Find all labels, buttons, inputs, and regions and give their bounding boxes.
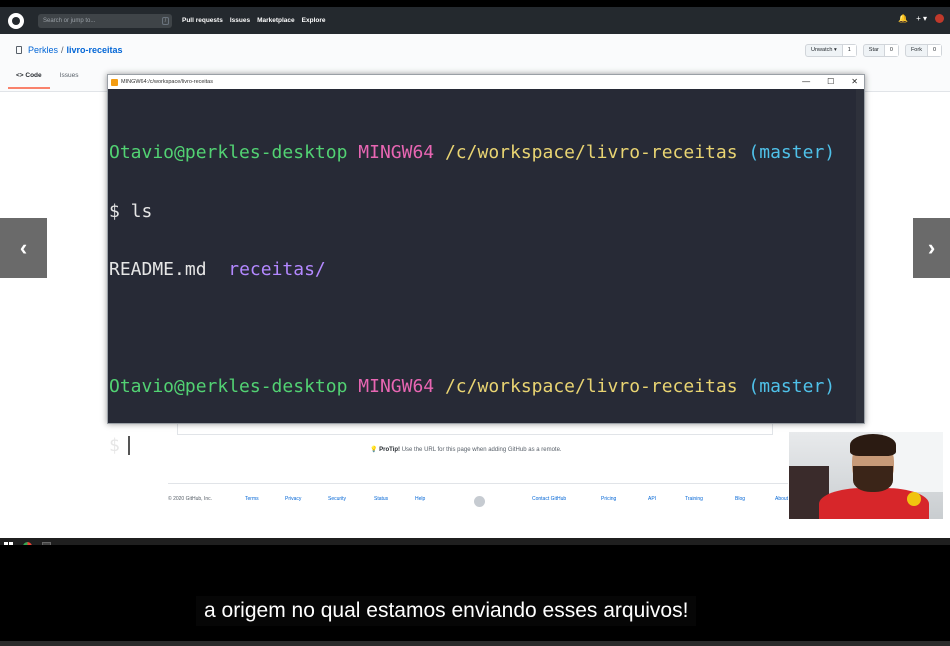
prompt-env: MINGW64 — [358, 376, 435, 397]
text-cursor — [127, 436, 130, 455]
minimize-button[interactable]: — — [802, 75, 810, 89]
tab-issues[interactable]: Issues — [60, 72, 79, 89]
repo-icon — [16, 46, 22, 54]
search-input[interactable]: Search or jump to... / — [38, 13, 172, 28]
repo-title: Perkles / livro-receitas — [16, 45, 123, 55]
search-shortcut-hint: / — [162, 16, 169, 25]
webcam-overlay — [789, 432, 943, 519]
footer-link-help[interactable]: Help — [415, 496, 425, 502]
video-frame: Search or jump to... / Pull requests Iss… — [0, 0, 950, 646]
ls-directory: receitas/ — [228, 259, 326, 280]
footer-link-status[interactable]: Status — [374, 496, 388, 502]
video-subtitle: a origem no qual estamos enviando esses … — [196, 596, 697, 626]
next-slide-button[interactable]: › — [913, 218, 950, 278]
fork-label: Fork — [910, 47, 922, 53]
avatar[interactable] — [935, 14, 944, 23]
github-footer: © 2020 GitHub, Inc. Terms Privacy Securi… — [168, 496, 808, 508]
footer-link-contact[interactable]: Contact GitHub — [532, 496, 566, 502]
terminal-window[interactable]: MINGW64:/c/workspace/livro-receitas — ☐ … — [107, 74, 865, 455]
header-right-controls: 🔔 + ▾ — [898, 14, 944, 23]
windows-start-icon[interactable] — [4, 541, 13, 545]
terminal-output[interactable]: Otavio@perkles-desktop MINGW64 /c/worksp… — [109, 91, 856, 455]
prompt-path: /c/workspace/livro-receitas — [444, 376, 738, 397]
terminal-scrollbar[interactable] — [856, 89, 864, 423]
desktop-screen: Search or jump to... / Pull requests Iss… — [0, 7, 950, 545]
prompt-env: MINGW64 — [358, 142, 435, 163]
footer-copyright: © 2020 GitHub, Inc. — [168, 496, 212, 502]
prompt-path: /c/workspace/livro-receitas — [444, 142, 738, 163]
footer-link-security[interactable]: Security — [328, 496, 346, 502]
ls-output: README.md receitas/ — [109, 260, 856, 280]
prompt-user: Otavio@perkles-desktop — [109, 142, 348, 163]
ls-file: README.md — [109, 259, 207, 280]
footer-link-terms[interactable]: Terms — [245, 496, 259, 502]
webcam-presenter-hair — [850, 434, 896, 456]
prompt-branch: (master) — [748, 376, 836, 397]
command-line: $ ls — [109, 200, 153, 222]
previous-slide-button[interactable]: ‹ — [0, 218, 47, 278]
repo-owner-link[interactable]: Perkles — [28, 45, 58, 55]
prompt-line: Otavio@perkles-desktop MINGW64 /c/worksp… — [109, 377, 856, 397]
prompt-branch: (master) — [748, 142, 836, 163]
watch-count[interactable]: 1 — [841, 45, 856, 56]
fork-count[interactable]: 0 — [926, 45, 941, 56]
search-placeholder: Search or jump to... — [43, 17, 96, 24]
nav-issues[interactable]: Issues — [230, 17, 250, 24]
watch-label: Unwatch ▾ — [811, 47, 837, 53]
git-bash-taskbar-icon[interactable] — [42, 541, 51, 545]
footer-link-pricing[interactable]: Pricing — [601, 496, 616, 502]
windows-taskbar — [0, 538, 950, 545]
chrome-icon[interactable] — [23, 541, 32, 545]
nav-explore[interactable]: Explore — [302, 17, 326, 24]
window-controls: — ☐ ✕ — [802, 75, 858, 89]
github-mark-icon[interactable] — [474, 496, 485, 507]
fork-button[interactable]: Fork 0 — [904, 44, 942, 57]
input-line[interactable]: $ — [109, 434, 856, 456]
maximize-button[interactable]: ☐ — [827, 75, 834, 89]
close-button[interactable]: ✕ — [851, 75, 858, 89]
notifications-icon[interactable]: 🔔 — [898, 14, 908, 23]
nav-marketplace[interactable]: Marketplace — [257, 17, 295, 24]
prompt-user: Otavio@perkles-desktop — [109, 376, 348, 397]
star-button[interactable]: Star 0 — [862, 44, 899, 57]
repo-actions: Unwatch ▾ 1 Star 0 Fork 0 — [805, 44, 942, 57]
star-label: Star — [868, 47, 879, 53]
nav-pull-requests[interactable]: Pull requests — [182, 17, 223, 24]
repo-name-link[interactable]: livro-receitas — [67, 45, 123, 55]
prompt-symbol: $ — [109, 434, 120, 456]
star-count[interactable]: 0 — [883, 45, 898, 56]
tab-code[interactable]: <> Code — [8, 72, 50, 89]
repo-tabs: <> Code Issues — [8, 72, 79, 89]
footer-link-training[interactable]: Training — [685, 496, 703, 502]
github-header: Search or jump to... / Pull requests Iss… — [0, 7, 950, 34]
footer-link-privacy[interactable]: Privacy — [285, 496, 301, 502]
footer-link-about[interactable]: About — [775, 496, 788, 502]
webcam-presenter-beard — [853, 466, 893, 492]
create-new-button[interactable]: + ▾ — [916, 14, 927, 23]
terminal-title: MINGW64:/c/workspace/livro-receitas — [121, 79, 213, 85]
footer-link-api[interactable]: API — [648, 496, 656, 502]
github-logo-icon[interactable] — [8, 12, 24, 29]
repo-separator: / — [61, 45, 64, 55]
footer-link-blog[interactable]: Blog — [735, 496, 745, 502]
prompt-line: Otavio@perkles-desktop MINGW64 /c/worksp… — [109, 143, 856, 163]
watch-button[interactable]: Unwatch ▾ 1 — [805, 44, 857, 57]
bottom-strip — [0, 641, 950, 646]
git-bash-icon — [111, 78, 118, 86]
webcam-toy — [907, 492, 921, 506]
terminal-titlebar[interactable]: MINGW64:/c/workspace/livro-receitas — ☐ … — [108, 75, 864, 89]
